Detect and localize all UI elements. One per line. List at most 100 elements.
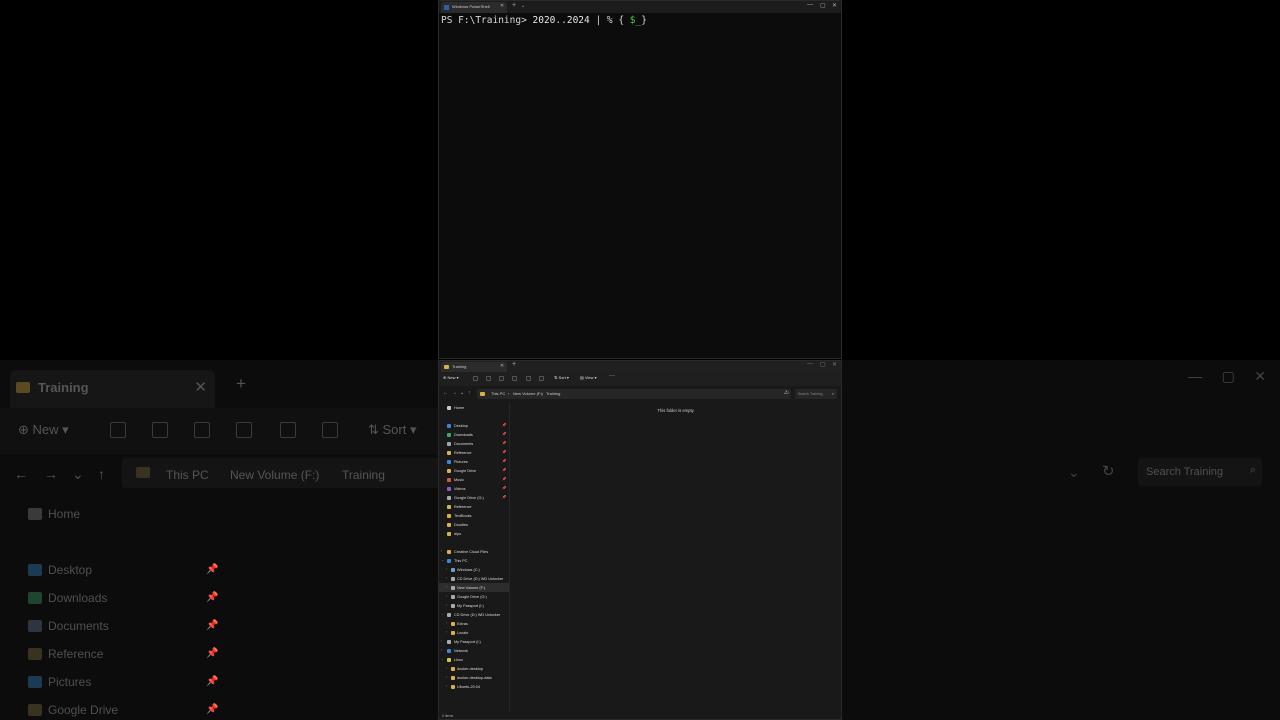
minimize-button[interactable]: — bbox=[807, 361, 813, 367]
nav-item-music[interactable]: Music 📌 bbox=[439, 475, 509, 484]
chevron-right-icon[interactable]: › bbox=[446, 585, 447, 589]
chevron-down-icon[interactable]: ⌄ bbox=[460, 390, 464, 396]
new-button[interactable]: ⊕ New ▾ bbox=[443, 375, 459, 380]
share-icon[interactable] bbox=[526, 376, 531, 381]
delete-icon[interactable] bbox=[539, 376, 544, 381]
nav-item-creative-cloud[interactable]: › Creative Cloud Files bbox=[439, 547, 509, 556]
nav-item-doodles[interactable]: Doodles bbox=[439, 520, 509, 529]
new-tab-button[interactable]: + bbox=[512, 2, 516, 9]
chevron-right-icon[interactable]: › bbox=[446, 603, 447, 607]
chevron-right-icon[interactable]: › bbox=[446, 621, 447, 625]
nav-item-cd-drive-2[interactable]: ⌄ CD Drive (D:) WD Unlocker bbox=[439, 610, 509, 619]
nav-item-docker-desktop-data[interactable]: › docker-desktop-data bbox=[439, 673, 509, 682]
chevron-down-icon[interactable]: ⌄ bbox=[441, 657, 444, 661]
nav-item-linux[interactable]: ⌄ Linux bbox=[439, 655, 509, 664]
pin-icon: 📌 bbox=[502, 423, 507, 427]
close-tab-icon[interactable]: ✕ bbox=[500, 363, 504, 369]
explorer-title-bar: Training ✕ + — ▢ ✕ bbox=[439, 361, 841, 372]
folder-icon bbox=[451, 630, 455, 635]
close-button[interactable]: ✕ bbox=[832, 2, 837, 9]
videos-icon bbox=[447, 486, 451, 491]
breadcrumb-this-pc[interactable]: This PC bbox=[491, 391, 505, 396]
up-icon: ↑ bbox=[98, 466, 105, 482]
chevron-down-icon[interactable]: ⌄ bbox=[521, 3, 525, 9]
more-options-button[interactable]: ··· bbox=[609, 373, 615, 379]
nav-item-google-drive-g-2[interactable]: › Google Drive (G:) bbox=[439, 592, 509, 601]
close-tab-icon[interactable]: ✕ bbox=[500, 3, 504, 9]
delete-icon bbox=[322, 422, 338, 438]
window-controls: — ▢ ✕ bbox=[1188, 368, 1266, 384]
view-button[interactable]: ▤ View ▾ bbox=[580, 375, 597, 380]
nav-item-videos[interactable]: Videos 📌 bbox=[439, 484, 509, 493]
chevron-right-icon[interactable]: › bbox=[446, 684, 447, 688]
cut-icon[interactable] bbox=[473, 376, 478, 381]
nav-item-docker-desktop[interactable]: › docker-desktop bbox=[439, 664, 509, 673]
explorer-tab[interactable]: Training ✕ bbox=[441, 362, 507, 372]
nav-item-new-volume-f[interactable]: › New Volume (F:) bbox=[439, 583, 509, 592]
chevron-right-icon[interactable]: › bbox=[446, 666, 447, 670]
breadcrumb-separator: › bbox=[541, 391, 543, 396]
maximize-button[interactable]: ▢ bbox=[820, 2, 826, 9]
nav-item-downloads[interactable]: Downloads 📌 bbox=[439, 430, 509, 439]
nav-item-cd-drive[interactable]: › CD Drive (D:) WD Unlocker bbox=[439, 574, 509, 583]
nav-item-reference[interactable]: Reference 📌 bbox=[439, 448, 509, 457]
chevron-right-icon[interactable]: › bbox=[446, 630, 447, 634]
nav-item-reference-2[interactable]: Reference bbox=[439, 502, 509, 511]
refresh-icon[interactable]: ↻ bbox=[785, 390, 789, 396]
nav-item-dipo[interactable]: dipo bbox=[439, 529, 509, 538]
nav-item-network[interactable]: › Network bbox=[439, 646, 509, 655]
bg-address-bar: This PC New Volume (F:) Training bbox=[122, 458, 438, 488]
nav-item-documents[interactable]: Documents 📌 bbox=[439, 439, 509, 448]
nav-item-desktop[interactable]: Desktop 📌 bbox=[439, 421, 509, 430]
paste-icon[interactable] bbox=[499, 376, 504, 381]
minimize-button[interactable]: — bbox=[807, 2, 813, 8]
folder-icon bbox=[447, 513, 451, 518]
bg-tab-title: Training bbox=[38, 380, 89, 395]
nav-item-locale[interactable]: › Locale bbox=[439, 628, 509, 637]
chevron-right-icon[interactable]: › bbox=[441, 639, 442, 643]
new-tab-button[interactable]: + bbox=[512, 361, 516, 368]
chevron-down-icon[interactable]: ⌄ bbox=[441, 612, 444, 616]
chevron-right-icon[interactable]: › bbox=[446, 567, 447, 571]
address-bar[interactable]: This PC › New Volume (F:) › Training ⌄ bbox=[477, 389, 791, 399]
up-icon[interactable]: ↑ bbox=[468, 390, 471, 396]
back-icon[interactable]: ← bbox=[443, 390, 448, 396]
chevron-right-icon[interactable]: › bbox=[446, 594, 447, 598]
close-button[interactable]: ✕ bbox=[832, 361, 837, 368]
nav-item-windows-c[interactable]: › Windows (C:) bbox=[439, 565, 509, 574]
copy-icon[interactable] bbox=[486, 376, 491, 381]
home-icon bbox=[28, 508, 42, 520]
search-icon: ⌕ bbox=[831, 391, 834, 396]
sort-button[interactable]: ⇅ Sort ▾ bbox=[554, 375, 569, 380]
nav-item-my-passport[interactable]: › My Passport (I:) bbox=[439, 601, 509, 610]
command-line[interactable]: PS F:\Training> 2020..2024 | % { $_} bbox=[441, 15, 647, 26]
desktop-icon bbox=[447, 423, 451, 428]
maximize-button[interactable]: ▢ bbox=[820, 361, 826, 368]
terminal-tab[interactable]: Windows PowerShell ✕ bbox=[441, 2, 507, 13]
chevron-right-icon[interactable]: › bbox=[441, 648, 442, 652]
drive-icon bbox=[451, 603, 455, 608]
nav-item-pictures[interactable]: Pictures 📌 bbox=[439, 457, 509, 466]
nav-item-google-drive[interactable]: Google Drive 📌 bbox=[439, 466, 509, 475]
pin-icon: 📌 bbox=[502, 450, 507, 454]
chevron-right-icon[interactable]: › bbox=[441, 549, 442, 553]
range-start: 2020 bbox=[532, 15, 556, 26]
chevron-right-icon[interactable]: › bbox=[446, 675, 447, 679]
chevron-down-icon[interactable]: ⌄ bbox=[441, 558, 444, 562]
search-box[interactable]: Search Training ⌕ bbox=[795, 389, 837, 399]
nav-item-google-drive-g[interactable]: Google Drive (G:) 📌 bbox=[439, 493, 509, 502]
breadcrumb-new-volume[interactable]: New Volume (F:) bbox=[513, 391, 543, 396]
breadcrumb-training[interactable]: Training bbox=[546, 391, 560, 396]
bg-nav-label: Pictures bbox=[48, 675, 92, 689]
nav-item-ubuntu[interactable]: › Ubuntu-20.04 bbox=[439, 682, 509, 691]
nav-item-my-passport-2[interactable]: › My Passport (I:) bbox=[439, 637, 509, 646]
nav-item-home[interactable]: Home bbox=[439, 403, 509, 412]
pin-icon: 📌 bbox=[502, 495, 507, 499]
forward-icon[interactable]: → bbox=[452, 390, 457, 396]
nav-label: TextBooks bbox=[454, 513, 472, 518]
chevron-right-icon[interactable]: › bbox=[446, 576, 447, 580]
nav-item-textbooks[interactable]: TextBooks bbox=[439, 511, 509, 520]
rename-icon[interactable] bbox=[512, 376, 517, 381]
nav-item-this-pc[interactable]: ⌄ This PC bbox=[439, 556, 509, 565]
nav-item-extras[interactable]: › Extras bbox=[439, 619, 509, 628]
